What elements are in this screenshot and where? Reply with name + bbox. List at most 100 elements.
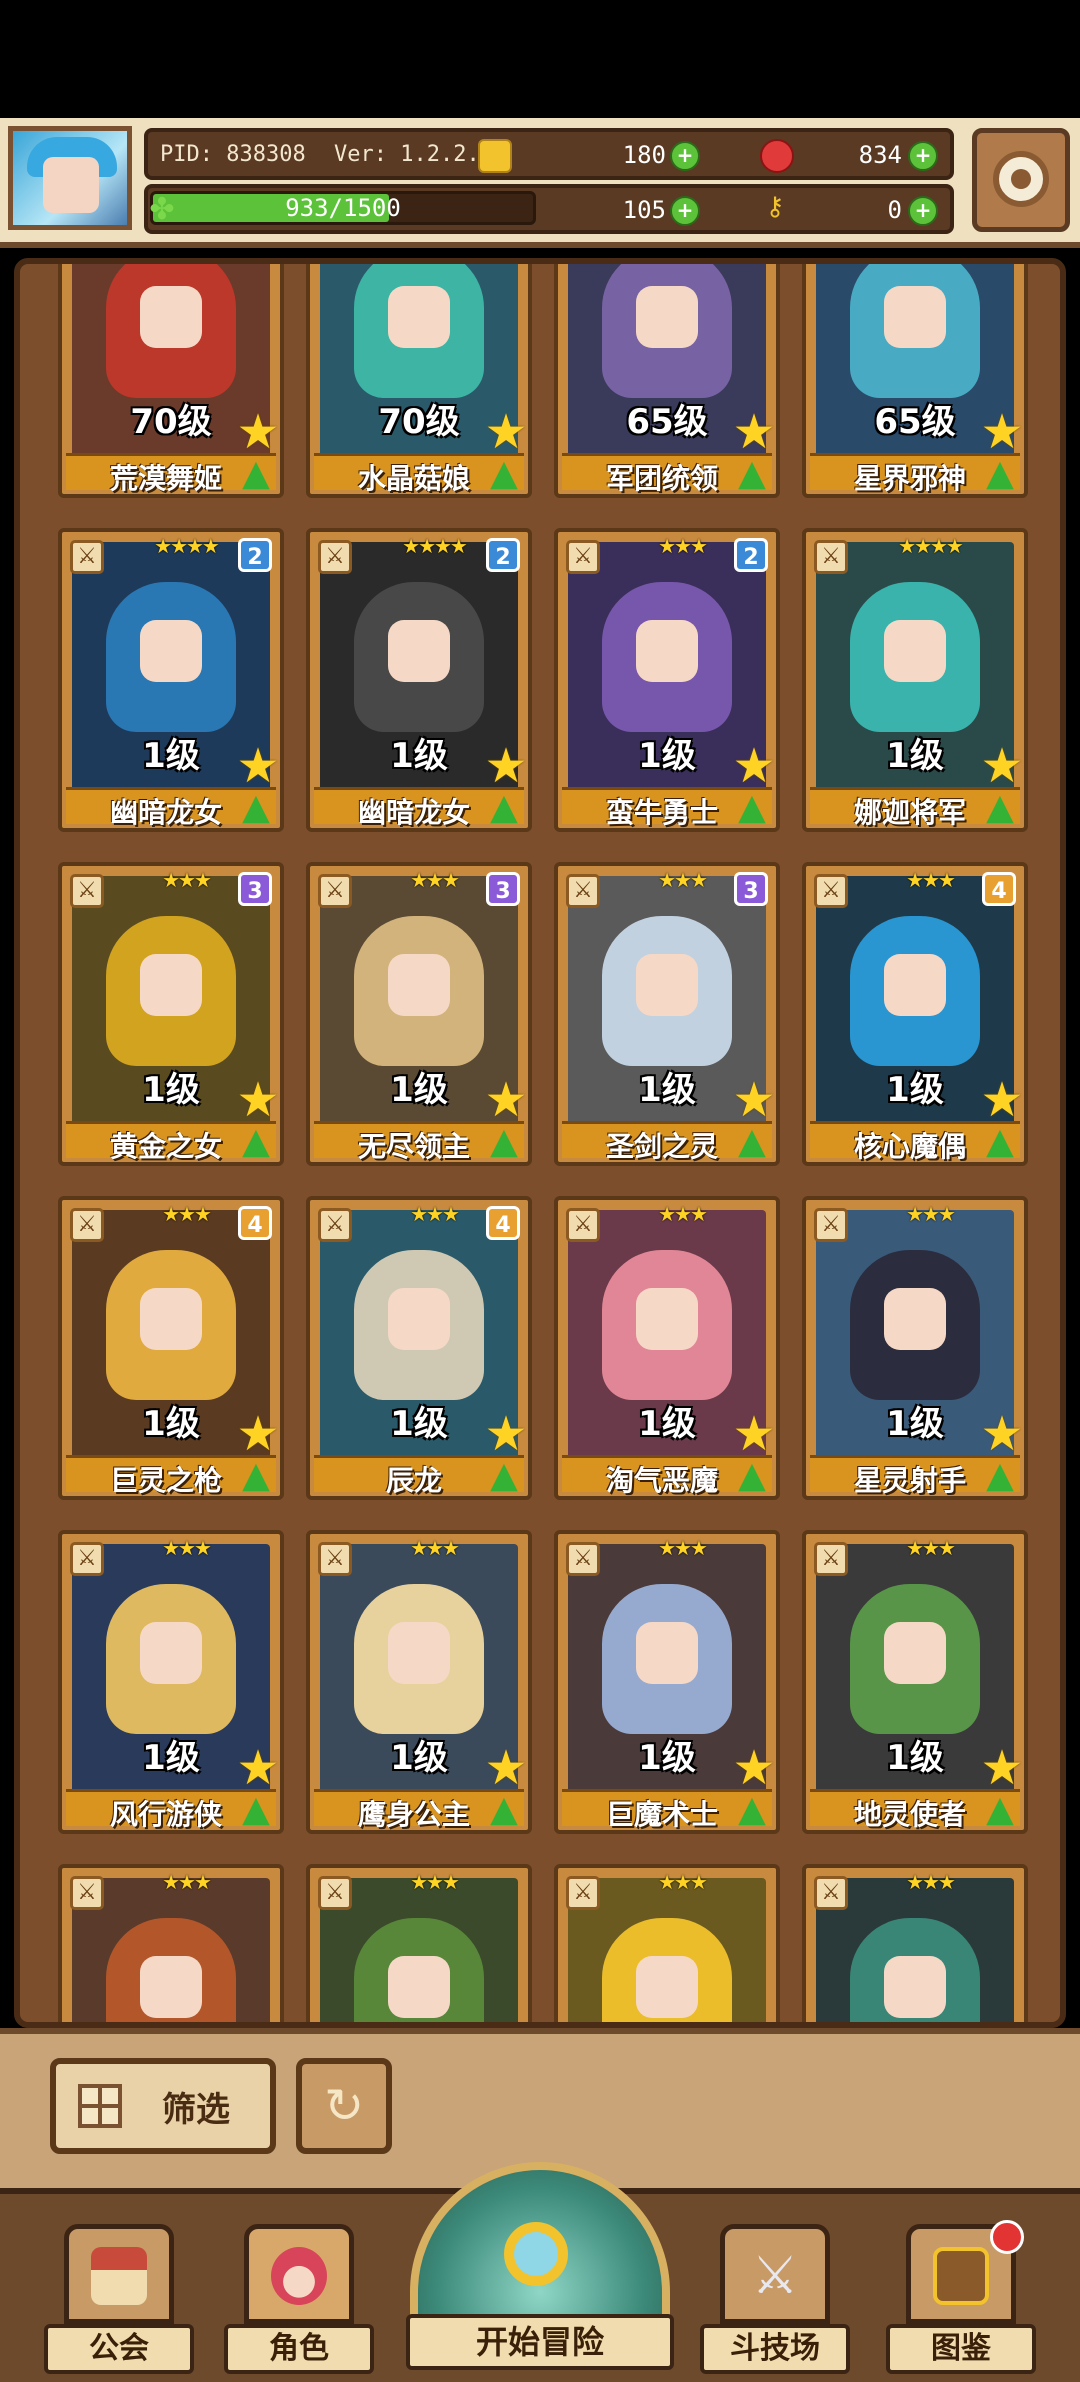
level-up-arrow-icon[interactable]: ▲ [234, 1122, 278, 1162]
level-up-arrow-icon[interactable]: ▲ [482, 1122, 526, 1162]
character-card[interactable]: ⚔★★★65级星界邪神★▲ [802, 264, 1028, 498]
tier-badge: 4 [982, 872, 1016, 906]
level-up-arrow-icon[interactable]: ▲ [730, 454, 774, 494]
settings-button[interactable] [972, 128, 1070, 232]
level-up-arrow-icon[interactable]: ▲ [482, 1790, 526, 1830]
character-card[interactable]: ⚔★★★70级水晶菇娘★▲ [306, 264, 532, 498]
character-card[interactable]: ⚔ ★★★ 1级 地灵使者 ★ ▲ [802, 1530, 1028, 1834]
character-face [388, 1622, 450, 1684]
add-key-button[interactable]: + [908, 196, 938, 226]
character-face [884, 954, 946, 1016]
star-upgrade-icon[interactable]: ★ [978, 742, 1024, 790]
level-up-arrow-icon[interactable]: ▲ [978, 1456, 1022, 1496]
add-gold-button[interactable]: + [670, 141, 700, 171]
character-card[interactable]: ⚔ ★★★ 3 1级 圣剑之灵 ★ ▲ [554, 862, 780, 1166]
character-card[interactable]: ⚔ ★★★ 1级 鹰身公主 ★ ▲ [306, 1530, 532, 1834]
add-clover-button[interactable]: + [670, 196, 700, 226]
star-upgrade-icon[interactable]: ★ [234, 1410, 280, 1458]
rarity-stars: ★★★ [410, 1202, 460, 1226]
star-upgrade-icon[interactable]: ★ [730, 1410, 776, 1458]
player-id: PID: 838308 [160, 142, 306, 167]
weapon-class-icon: ⚔ [70, 540, 104, 574]
nav-guild[interactable]: 公会 [44, 2224, 194, 2376]
star-upgrade-icon[interactable]: ★ [482, 1076, 528, 1124]
player-avatar[interactable] [8, 126, 132, 230]
character-card[interactable]: ⚔ ★★★ 4 1级 辰龙 ★ ▲ [306, 1196, 532, 1500]
tier-badge: 2 [486, 538, 520, 572]
level-up-arrow-icon[interactable]: ▲ [482, 788, 526, 828]
character-card[interactable]: ⚔ ★★★ 3 1级 无尽领主 ★ ▲ [306, 862, 532, 1166]
level-up-arrow-icon[interactable]: ▲ [730, 1456, 774, 1496]
character-face [140, 1622, 202, 1684]
codex-notification-badge [990, 2220, 1024, 2254]
add-gem-button[interactable]: + [908, 141, 938, 171]
character-card[interactable]: ⚔ ★★★ [554, 1864, 780, 2022]
character-face [884, 1956, 946, 2018]
crossed-swords-icon: ⚔ [751, 2246, 799, 2306]
energy-text: 933/1500 [285, 194, 401, 222]
star-upgrade-icon[interactable]: ★ [482, 1410, 528, 1458]
nav-start-adventure[interactable]: 开始冒险 [406, 2162, 674, 2376]
filter-button[interactable]: 筛选 [50, 2058, 276, 2154]
character-face [140, 1956, 202, 2018]
star-upgrade-icon[interactable]: ★ [482, 408, 528, 456]
level-up-arrow-icon[interactable]: ▲ [730, 1790, 774, 1830]
level-up-arrow-icon[interactable]: ▲ [978, 1122, 1022, 1162]
character-card[interactable]: ⚔ ★★★ 4 1级 巨灵之枪 ★ ▲ [58, 1196, 284, 1500]
character-roster[interactable]: ⚔★★★70级荒漠舞姬★▲⚔★★★70级水晶菇娘★▲⚔★★★65级军团统领★▲⚔… [14, 258, 1066, 2028]
star-upgrade-icon[interactable]: ★ [730, 1076, 776, 1124]
level-up-arrow-icon[interactable]: ▲ [978, 1790, 1022, 1830]
star-upgrade-icon[interactable]: ★ [978, 1744, 1024, 1792]
nav-character-label: 角色 [224, 2324, 374, 2374]
level-up-arrow-icon[interactable]: ▲ [234, 1790, 278, 1830]
level-up-arrow-icon[interactable]: ▲ [730, 1122, 774, 1162]
character-card[interactable]: ⚔ ★★★ 1级 巨魔术士 ★ ▲ [554, 1530, 780, 1834]
level-up-arrow-icon[interactable]: ▲ [234, 454, 278, 494]
character-face [636, 954, 698, 1016]
character-card[interactable]: ⚔ ★★★★ 1级 娜迦将军 ★ ▲ [802, 528, 1028, 832]
character-card[interactable]: ⚔ ★★★★ 2 1级 幽暗龙女 ★ ▲ [306, 528, 532, 832]
star-upgrade-icon[interactable]: ★ [234, 742, 280, 790]
star-upgrade-icon[interactable]: ★ [482, 742, 528, 790]
character-card[interactable]: ⚔ ★★★ 2 1级 蛮牛勇士 ★ ▲ [554, 528, 780, 832]
character-face [636, 1622, 698, 1684]
energy-clover-icon: ✤ [149, 192, 175, 227]
character-card[interactable]: ⚔ ★★★★ 2 1级 幽暗龙女 ★ ▲ [58, 528, 284, 832]
level-up-arrow-icon[interactable]: ▲ [978, 454, 1022, 494]
character-card[interactable]: ⚔ ★★★ 4 1级 核心魔偶 ★ ▲ [802, 862, 1028, 1166]
star-upgrade-icon[interactable]: ★ [234, 1076, 280, 1124]
star-upgrade-icon[interactable]: ★ [730, 1744, 776, 1792]
star-upgrade-icon[interactable]: ★ [978, 408, 1024, 456]
character-card[interactable]: ⚔ ★★★ [306, 1864, 532, 2022]
weapon-class-icon: ⚔ [318, 540, 352, 574]
level-up-arrow-icon[interactable]: ▲ [978, 788, 1022, 828]
star-upgrade-icon[interactable]: ★ [730, 742, 776, 790]
character-card[interactable]: ⚔★★★70级荒漠舞姬★▲ [58, 264, 284, 498]
star-upgrade-icon[interactable]: ★ [234, 1744, 280, 1792]
level-up-arrow-icon[interactable]: ▲ [482, 1456, 526, 1496]
character-card[interactable]: ⚔ ★★★ 1级 风行游侠 ★ ▲ [58, 1530, 284, 1834]
weapon-class-icon: ⚔ [318, 874, 352, 908]
character-face [388, 620, 450, 682]
star-upgrade-icon[interactable]: ★ [482, 1744, 528, 1792]
level-up-arrow-icon[interactable]: ▲ [234, 788, 278, 828]
rarity-stars: ★★★★ [154, 534, 220, 558]
level-up-arrow-icon[interactable]: ▲ [234, 1456, 278, 1496]
rarity-stars: ★★★ [658, 868, 708, 892]
character-card[interactable]: ⚔ ★★★ [802, 1864, 1028, 2022]
character-card[interactable]: ⚔ ★★★ 1级 淘气恶魔 ★ ▲ [554, 1196, 780, 1500]
level-up-arrow-icon[interactable]: ▲ [482, 454, 526, 494]
level-up-arrow-icon[interactable]: ▲ [730, 788, 774, 828]
character-card[interactable]: ⚔ ★★★ 1级 星灵射手 ★ ▲ [802, 1196, 1028, 1500]
star-upgrade-icon[interactable]: ★ [234, 408, 280, 456]
character-card[interactable]: ⚔★★★65级军团统领★▲ [554, 264, 780, 498]
character-card[interactable]: ⚔ ★★★ 3 1级 黄金之女 ★ ▲ [58, 862, 284, 1166]
character-card[interactable]: ⚔ ★★★ [58, 1864, 284, 2022]
star-upgrade-icon[interactable]: ★ [730, 408, 776, 456]
nav-arena[interactable]: ⚔ 斗技场 [700, 2224, 850, 2376]
star-upgrade-icon[interactable]: ★ [978, 1076, 1024, 1124]
nav-character[interactable]: 角色 [224, 2224, 374, 2376]
rarity-stars: ★★★★ [402, 534, 468, 558]
star-upgrade-icon[interactable]: ★ [978, 1410, 1024, 1458]
refresh-button[interactable]: ↻ [296, 2058, 392, 2154]
